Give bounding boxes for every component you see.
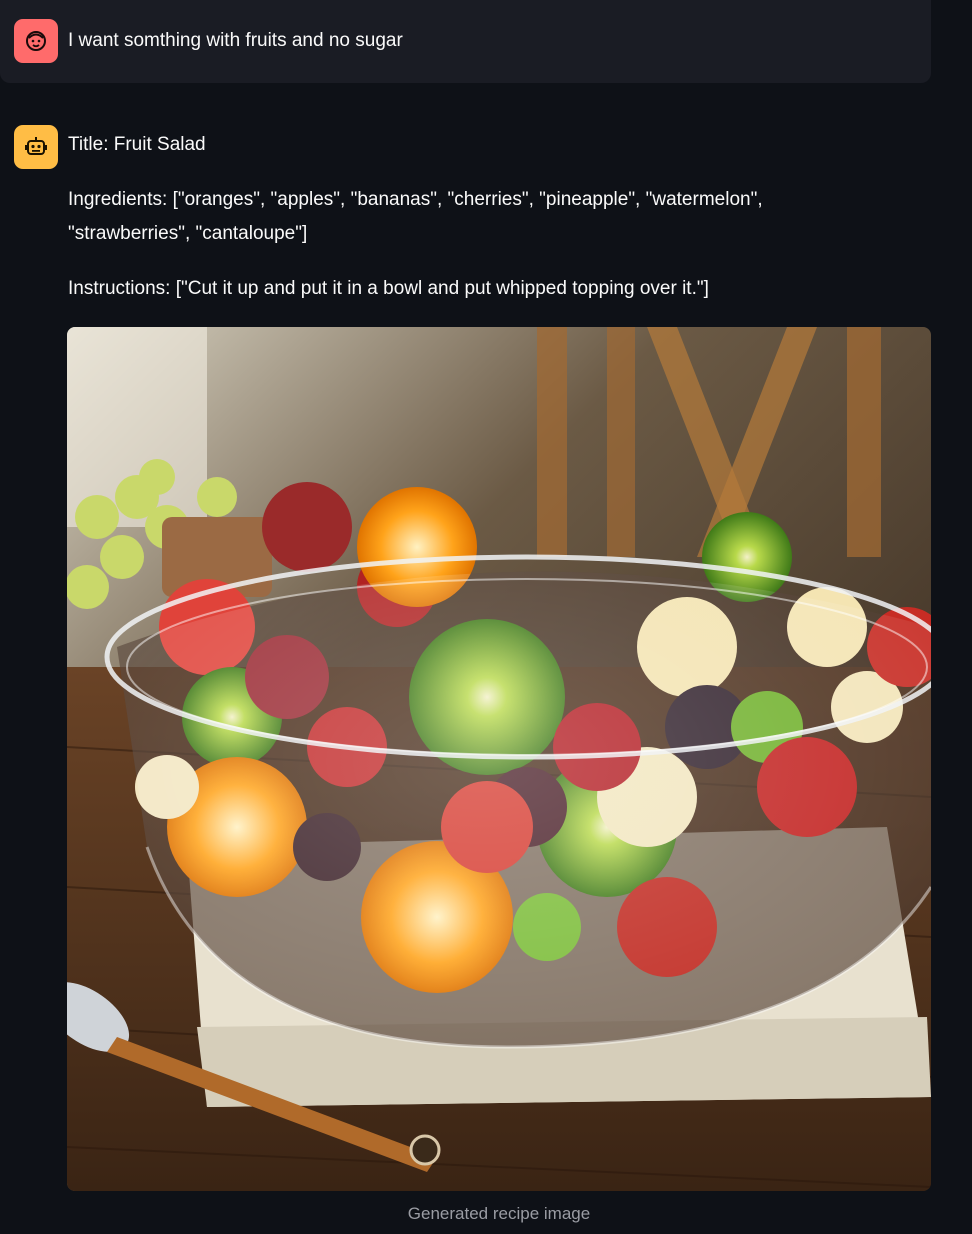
user-message-text: I want somthing with fruits and no sugar — [68, 30, 403, 51]
user-message: I want somthing with fruits and no sugar — [0, 0, 931, 83]
assistant-avatar — [14, 125, 58, 169]
user-avatar — [14, 19, 58, 63]
recipe-ingredients: Ingredients: ["oranges", "apples", "bana… — [68, 189, 763, 244]
robot-icon — [25, 137, 47, 155]
recipe-image — [67, 327, 931, 1191]
user-face-icon — [26, 31, 46, 51]
image-caption: Generated recipe image — [407, 1204, 591, 1223]
recipe-title: Title: Fruit Salad — [68, 134, 206, 155]
recipe-instructions: Instructions: ["Cut it up and put it in … — [68, 278, 709, 299]
